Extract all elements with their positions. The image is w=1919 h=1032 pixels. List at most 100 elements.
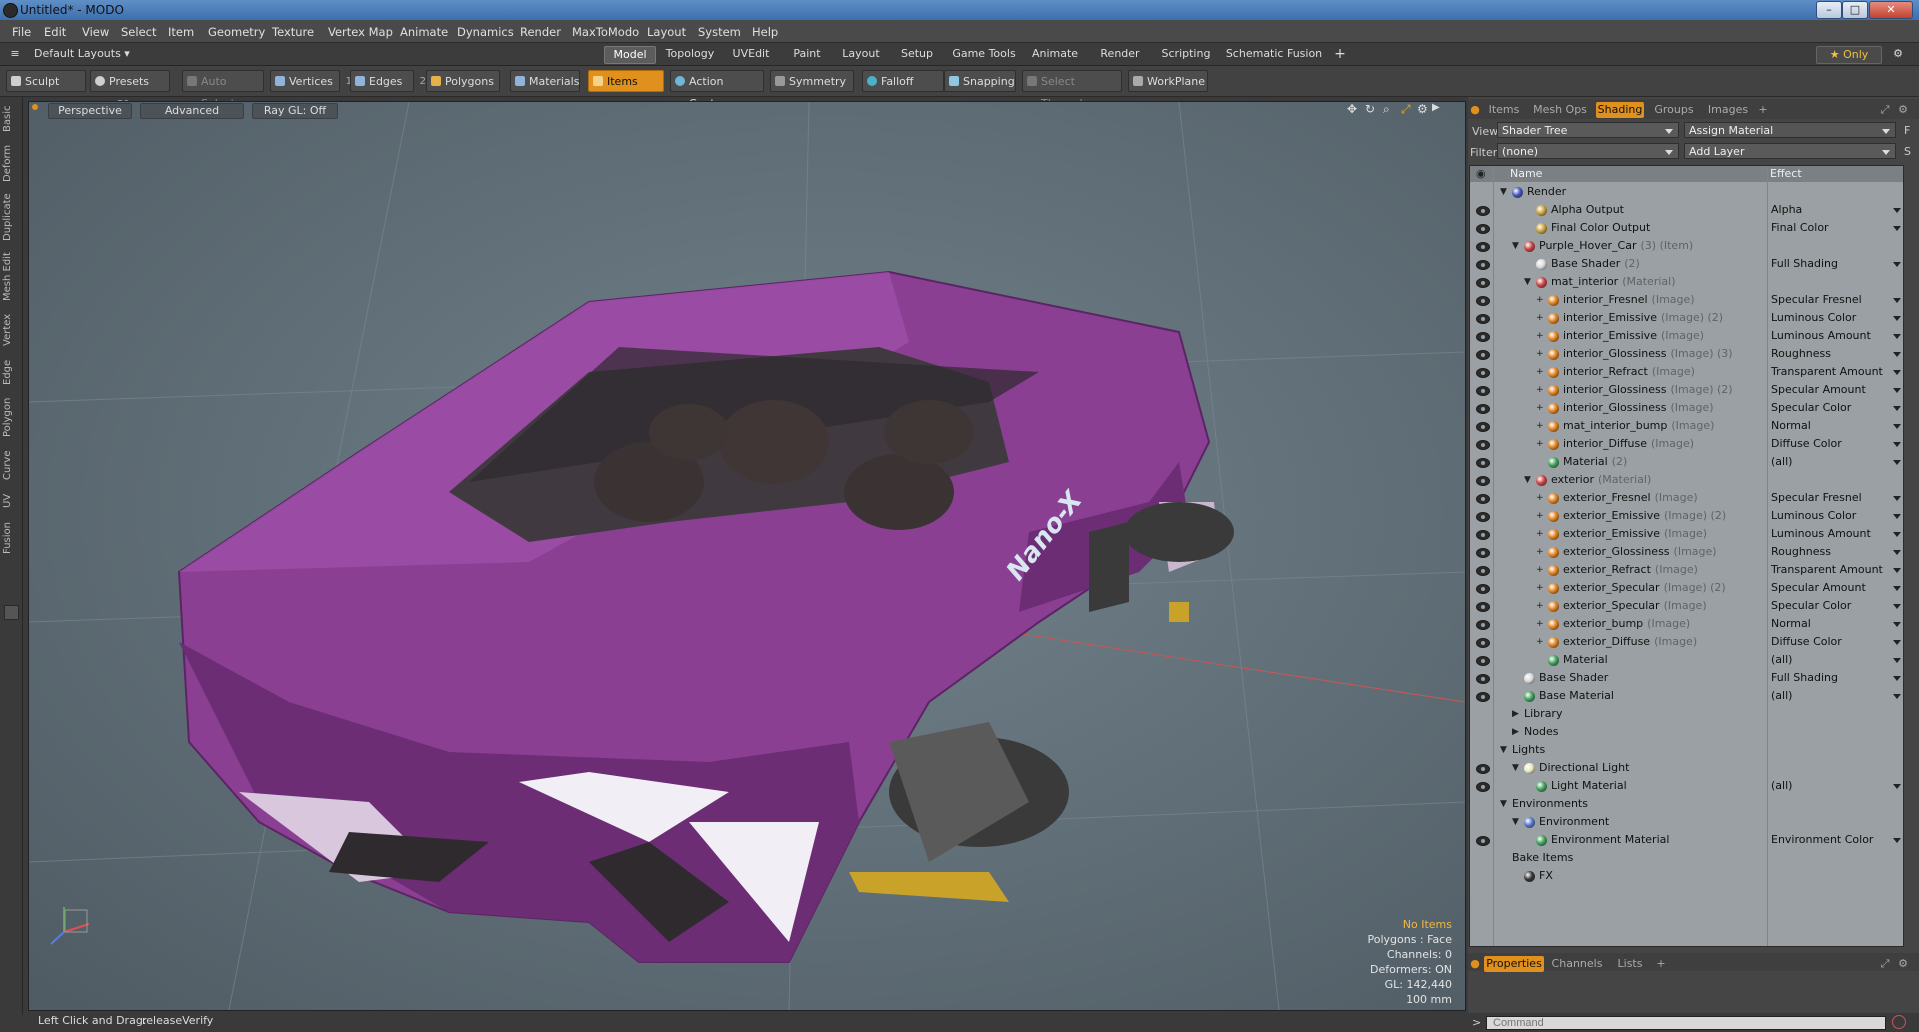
- action-center-button[interactable]: Action Center: [670, 70, 764, 110]
- expand-plus-icon[interactable]: +: [1536, 417, 1546, 435]
- menu-dynamics[interactable]: Dynamics: [457, 25, 514, 39]
- viewport-gear-icon[interactable]: ⚙: [1417, 102, 1428, 116]
- tab-items[interactable]: Items: [1484, 102, 1524, 118]
- eye-icon[interactable]: [1476, 494, 1490, 504]
- polygons-button[interactable]: Polygons: [426, 70, 500, 92]
- assign-material-button[interactable]: Assign Material: [1684, 122, 1896, 138]
- tab-mesh-ops[interactable]: Mesh Ops: [1530, 102, 1590, 118]
- vtab-basic[interactable]: Basic: [2, 103, 20, 135]
- zoom-icon[interactable]: ⌕: [1383, 102, 1390, 117]
- rotate-icon[interactable]: ↻: [1365, 102, 1375, 116]
- effect-dropdown[interactable]: Specular Amount: [1767, 381, 1903, 399]
- menu-item[interactable]: Item: [168, 25, 194, 39]
- tab-shading[interactable]: Shading: [1596, 102, 1644, 118]
- shader-tree-row[interactable]: Final Color Output Final Color: [1470, 219, 1903, 237]
- symmetry-button[interactable]: Symmetry: [770, 70, 854, 92]
- effect-dropdown[interactable]: Luminous Amount: [1767, 327, 1903, 345]
- effect-dropdown[interactable]: Luminous Amount: [1767, 525, 1903, 543]
- tab-uvedit[interactable]: UVEdit: [726, 46, 776, 62]
- disclosure-triangle-icon[interactable]: ▼: [1524, 471, 1534, 489]
- eye-icon[interactable]: [1476, 224, 1490, 234]
- eye-icon[interactable]: [1476, 278, 1490, 288]
- effect-dropdown[interactable]: Specular Fresnel: [1767, 489, 1903, 507]
- menu-animate[interactable]: Animate: [400, 25, 448, 39]
- effect-dropdown[interactable]: (all): [1767, 651, 1903, 669]
- disclosure-triangle-icon[interactable]: ▼: [1512, 813, 1522, 831]
- column-effect[interactable]: Effect: [1770, 166, 1802, 182]
- expand-plus-icon[interactable]: +: [1536, 327, 1546, 345]
- effect-dropdown[interactable]: Full Shading: [1767, 255, 1903, 273]
- items-button[interactable]: Items: [588, 70, 664, 92]
- shader-tree-row[interactable]: + interior_Glossiness (Image) Specular Colo…: [1470, 399, 1903, 417]
- menu-view[interactable]: View: [82, 25, 109, 39]
- expand-plus-icon[interactable]: +: [1536, 561, 1546, 579]
- effect-dropdown[interactable]: Diffuse Color: [1767, 633, 1903, 651]
- close-button[interactable]: ✕: [1869, 1, 1913, 19]
- shader-tree-row[interactable]: Material (all): [1470, 651, 1903, 669]
- expand-plus-icon[interactable]: +: [1536, 309, 1546, 327]
- tab-layout[interactable]: Layout: [836, 46, 886, 62]
- effect-dropdown[interactable]: Normal: [1767, 615, 1903, 633]
- menu-maxtomodo[interactable]: MaxToModo: [572, 25, 639, 39]
- effect-dropdown[interactable]: Luminous Color: [1767, 507, 1903, 525]
- menu-file[interactable]: File: [12, 25, 31, 39]
- effect-dropdown[interactable]: (all): [1767, 687, 1903, 705]
- add-properties-tab-button[interactable]: +: [1654, 956, 1668, 972]
- effect-dropdown[interactable]: Roughness: [1767, 543, 1903, 561]
- eye-icon[interactable]: [1476, 206, 1490, 216]
- expand-plus-icon[interactable]: +: [1536, 363, 1546, 381]
- menu-select[interactable]: Select: [121, 25, 156, 39]
- eye-icon[interactable]: [1476, 674, 1490, 684]
- disclosure-triangle-icon[interactable]: ▼: [1500, 795, 1510, 813]
- eye-icon[interactable]: [1476, 566, 1490, 576]
- shader-tree-row[interactable]: + exterior_Emissive (Image) (2) Luminous Co…: [1470, 507, 1903, 525]
- eye-icon[interactable]: [1476, 836, 1490, 846]
- viewport-expand-icon[interactable]: ▶: [1432, 102, 1440, 113]
- eye-icon[interactable]: [1476, 458, 1490, 468]
- vtab-edge[interactable]: Edge: [2, 357, 20, 387]
- properties-gear-icon[interactable]: ⚙: [1896, 956, 1910, 972]
- effect-dropdown[interactable]: Alpha: [1767, 201, 1903, 219]
- expand-plus-icon[interactable]: +: [1536, 435, 1546, 453]
- effect-dropdown[interactable]: Transparent Amount: [1767, 363, 1903, 381]
- expand-plus-icon[interactable]: +: [1536, 579, 1546, 597]
- expand-plus-icon[interactable]: +: [1536, 543, 1546, 561]
- shader-tree-row[interactable]: ▼ Environments: [1470, 795, 1903, 813]
- eye-icon[interactable]: [1476, 350, 1490, 360]
- shader-tree-row[interactable]: + exterior_Specular (Image) (2) Specular Am…: [1470, 579, 1903, 597]
- shader-tree-row[interactable]: + exterior_Diffuse (Image) Diffuse Color: [1470, 633, 1903, 651]
- eye-icon[interactable]: [1476, 656, 1490, 666]
- materials-button[interactable]: Materials: [510, 70, 580, 92]
- effect-dropdown[interactable]: (all): [1767, 453, 1903, 471]
- tab-paint[interactable]: Paint: [784, 46, 830, 62]
- tab-properties[interactable]: Properties: [1484, 956, 1544, 972]
- panel-toggle-button[interactable]: [4, 605, 19, 620]
- vtab-curve[interactable]: Curve: [2, 447, 20, 483]
- shader-tree-row[interactable]: Base Material (all): [1470, 687, 1903, 705]
- properties-expand-icon[interactable]: ⤢: [1878, 956, 1892, 972]
- shader-tree-row[interactable]: ▼ Render: [1470, 183, 1903, 201]
- shader-tree-row[interactable]: + interior_Emissive (Image) (2) Luminous Co…: [1470, 309, 1903, 327]
- shader-tree-row[interactable]: + interior_Fresnel (Image) Specular Fresnel: [1470, 291, 1903, 309]
- menu-layout[interactable]: Layout: [647, 25, 686, 39]
- shader-tree-row[interactable]: Environment Material Environment Color: [1470, 831, 1903, 849]
- perspective-dropdown[interactable]: Perspective: [48, 103, 132, 119]
- menu-geometry[interactable]: Geometry: [208, 25, 265, 39]
- shader-tree-row[interactable]: Base Shader (2) Full Shading: [1470, 255, 1903, 273]
- select-through-button[interactable]: Select Through: [1022, 70, 1122, 110]
- shader-tree-row[interactable]: + exterior_Refract (Image) Transparent Amou…: [1470, 561, 1903, 579]
- shader-tree-row[interactable]: + exterior_Fresnel (Image) Specular Fresnel: [1470, 489, 1903, 507]
- only-toggle[interactable]: ★ Only: [1816, 46, 1882, 64]
- expand-plus-icon[interactable]: +: [1536, 615, 1546, 633]
- vtab-polygon[interactable]: Polygon: [2, 395, 20, 439]
- disclosure-triangle-icon[interactable]: ▶: [1512, 705, 1522, 723]
- eye-icon[interactable]: [1476, 638, 1490, 648]
- shader-tree-row[interactable]: ▶ Library: [1470, 705, 1903, 723]
- pan-icon[interactable]: ✥: [1347, 102, 1357, 116]
- vtab-vertex[interactable]: Vertex: [2, 311, 20, 349]
- expand-plus-icon[interactable]: +: [1536, 399, 1546, 417]
- raygl-dropdown[interactable]: Ray GL: Off: [252, 103, 338, 119]
- effect-dropdown[interactable]: Final Color: [1767, 219, 1903, 237]
- vtab-mesh-edit[interactable]: Mesh Edit: [2, 251, 20, 303]
- effect-dropdown[interactable]: Specular Amount: [1767, 579, 1903, 597]
